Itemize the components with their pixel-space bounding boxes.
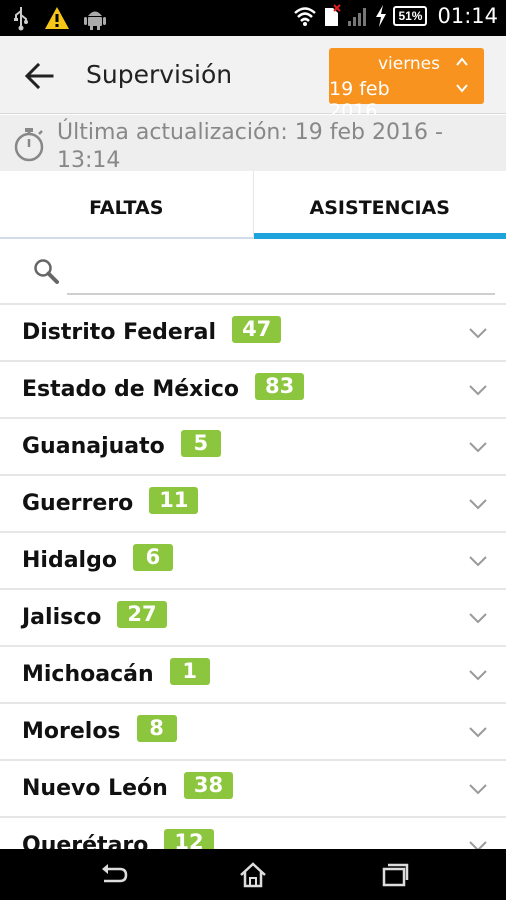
- chevron-down-icon[interactable]: [468, 384, 488, 396]
- chevron-down-icon[interactable]: [468, 498, 488, 510]
- usb-icon: [14, 7, 28, 31]
- state-name: Guerrero: [22, 491, 134, 516]
- charging-icon: [376, 5, 387, 27]
- state-name: Nuevo León: [22, 776, 168, 801]
- chevron-down-icon[interactable]: [468, 726, 488, 738]
- chevron-down-icon[interactable]: [468, 441, 488, 453]
- back-arrow-icon[interactable]: [22, 58, 58, 94]
- last-update-text: Última actualización: 19 feb 2016 - 13:1…: [57, 120, 443, 171]
- count-badge: 11: [149, 487, 199, 514]
- list-item[interactable]: Estado de México 83: [0, 360, 506, 417]
- chevron-down-icon[interactable]: [468, 669, 488, 681]
- list-item[interactable]: Guanajuato 5: [0, 417, 506, 474]
- clock: 01:14: [437, 4, 498, 28]
- warning-icon: [45, 7, 69, 29]
- count-badge: 6: [132, 544, 173, 571]
- chevron-down-icon[interactable]: [468, 555, 488, 567]
- state-name: Jalisco: [22, 605, 102, 630]
- state-name: Distrito Federal: [22, 320, 217, 345]
- count-badge: 47: [232, 316, 282, 343]
- state-name: Estado de México: [22, 377, 240, 402]
- count-badge: 12: [164, 829, 214, 849]
- count-badge: 38: [183, 772, 234, 799]
- battery-icon: 51%: [393, 6, 428, 26]
- state-name: Morelos: [22, 719, 121, 744]
- home-icon[interactable]: [238, 861, 268, 889]
- chevron-down-icon[interactable]: [468, 612, 488, 624]
- android-icon: [84, 11, 106, 30]
- list-item[interactable]: Michoacán 1: [0, 645, 506, 702]
- no-sim-icon: [325, 4, 342, 26]
- tab-asistencias[interactable]: ASISTENCIAS: [252, 171, 506, 239]
- search-icon: [34, 259, 59, 284]
- count-badge: 27: [117, 601, 167, 628]
- chevron-down-icon[interactable]: [468, 840, 488, 849]
- count-badge: 1: [169, 658, 210, 685]
- tab-faltas[interactable]: FALTAS: [0, 171, 253, 239]
- list-item[interactable]: Morelos 8: [0, 702, 506, 759]
- signal-icon: [348, 8, 367, 26]
- search-input[interactable]: [67, 249, 495, 295]
- search-bar: [0, 239, 506, 303]
- date-picker-day: viernes: [377, 54, 440, 74]
- date-picker[interactable]: viernes 19 feb 2016: [329, 48, 484, 122]
- navigation-bar: [0, 849, 506, 900]
- count-badge: 5: [180, 430, 221, 457]
- state-name: Querétaro: [22, 833, 149, 849]
- last-update-bar: Última actualización: 19 feb 2016 - 13:1…: [0, 115, 506, 171]
- list-item[interactable]: Querétaro 12: [0, 816, 506, 849]
- list-item[interactable]: Hidalgo 6: [0, 531, 506, 588]
- page-title: Supervisión: [86, 60, 233, 89]
- list-item[interactable]: Jalisco 27: [0, 588, 506, 645]
- list-item[interactable]: Guerrero 11: [0, 474, 506, 531]
- state-list: Distrito Federal 47 Estado de México 83 Guan…: [0, 303, 506, 849]
- app-bar: Supervisión viernes 19 feb 2016: [0, 36, 506, 122]
- count-badge: 83: [255, 373, 305, 400]
- state-name: Guanajuato: [22, 434, 165, 459]
- status-bar: 51% 01:14: [0, 0, 506, 36]
- chevron-down-icon[interactable]: [454, 80, 470, 96]
- count-badge: 8: [136, 715, 177, 742]
- list-item[interactable]: Distrito Federal 47: [0, 303, 506, 360]
- stopwatch-icon: [14, 128, 44, 162]
- list-item[interactable]: Nuevo León 38: [0, 759, 506, 816]
- state-name: Michoacán: [22, 662, 154, 687]
- tab-bar: FALTAS ASISTENCIAS: [0, 171, 506, 239]
- wifi-icon: [294, 7, 317, 26]
- state-name: Hidalgo: [22, 548, 117, 573]
- back-nav-icon[interactable]: [98, 861, 128, 889]
- chevron-down-icon[interactable]: [468, 327, 488, 339]
- chevron-up-icon[interactable]: [454, 54, 470, 70]
- chevron-down-icon[interactable]: [468, 783, 488, 795]
- recents-icon[interactable]: [380, 861, 410, 889]
